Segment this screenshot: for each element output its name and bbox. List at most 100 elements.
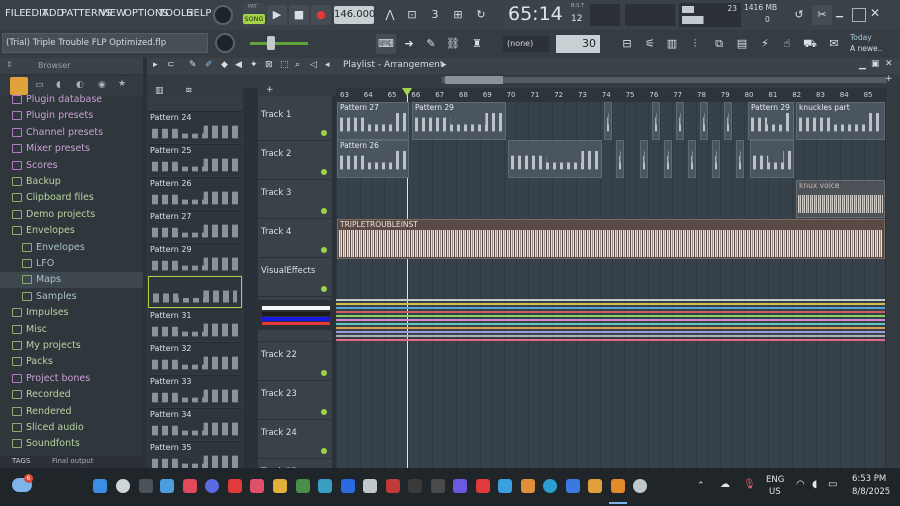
automation-lane[interactable] (336, 331, 885, 333)
project-button[interactable]: ▤ (732, 34, 752, 54)
wifi-icon[interactable]: ◠ (796, 479, 805, 490)
clip-pattern-29[interactable]: Pattern 29 (412, 102, 506, 140)
stamp-button[interactable]: ♜ (467, 34, 487, 54)
piano-keys-icon[interactable]: ▥ (155, 86, 164, 96)
browser-item[interactable]: Demo projects (0, 207, 143, 223)
app-icon[interactable] (273, 479, 287, 493)
app-icon[interactable] (363, 479, 377, 493)
track-mute-led[interactable] (321, 169, 327, 175)
channel-rack-button[interactable]: ⚟ (640, 34, 660, 54)
wave-icon[interactable]: ≋ (185, 86, 193, 96)
clip-pattern-small[interactable] (700, 102, 708, 140)
app-icon[interactable] (318, 479, 332, 493)
automation-lane[interactable] (336, 299, 885, 301)
track-mute-led[interactable] (321, 409, 327, 415)
master-volume-knob[interactable] (213, 5, 233, 25)
app-icon[interactable] (160, 479, 174, 493)
vertical-scrollbar[interactable] (886, 88, 900, 468)
app-icon[interactable] (498, 479, 512, 493)
app-icon[interactable] (296, 479, 310, 493)
track-header[interactable]: VisualEffects (258, 258, 332, 297)
close-icon[interactable]: ✕ (870, 6, 880, 20)
pin-icon[interactable]: ⇕ (6, 60, 13, 69)
globe-icon[interactable]: ◉ (98, 80, 106, 90)
automation-lane[interactable] (336, 311, 885, 313)
automation-lane[interactable] (336, 339, 885, 341)
clip-pattern-small[interactable] (652, 102, 660, 140)
minimize-icon[interactable]: ▁ (836, 8, 843, 18)
playlist-button[interactable]: ⌨ (376, 34, 396, 54)
pencil-icon[interactable]: ✎ (189, 60, 197, 70)
app-icon[interactable] (453, 479, 467, 493)
time-display[interactable]: 65:14 12 B:S:T (503, 1, 587, 29)
track-header[interactable]: Track 1 (258, 102, 332, 141)
cloud-icon[interactable]: ☁ (720, 479, 730, 490)
app-icon[interactable] (431, 479, 445, 493)
store-button[interactable]: ⛟ (800, 34, 820, 54)
pattern-item[interactable]: Pattern 33 (148, 375, 242, 407)
edge-icon[interactable] (543, 479, 557, 493)
news-button[interactable]: ✉ (824, 34, 844, 54)
browser-item[interactable]: Channel presets (0, 125, 143, 141)
undo-button[interactable]: ↺ (789, 5, 809, 25)
browser-item[interactable]: Maps (0, 272, 143, 289)
slip-icon[interactable]: ✦ (250, 60, 258, 70)
plugin-button[interactable]: ⚡ (755, 34, 775, 54)
menu-help[interactable]: HELP (186, 8, 211, 19)
tags-label[interactable]: TAGS (12, 457, 30, 465)
pattern-item[interactable]: Pattern 25 (148, 144, 242, 176)
master-pitch-knob[interactable] (215, 33, 235, 53)
blend-notes-button[interactable]: ⊞ (448, 5, 468, 25)
clip-pattern-29-b[interactable]: Pattern 29 (748, 102, 794, 140)
app-icon[interactable] (183, 479, 197, 493)
pattern-item[interactable]: Pattern 29 (148, 243, 242, 275)
track-mute-led[interactable] (321, 247, 327, 253)
clip-knuckles-part[interactable]: knuckles part (796, 102, 885, 140)
track-mute-led[interactable] (321, 448, 327, 454)
magnet-icon[interactable]: ⊂ (167, 60, 175, 70)
pattern-item[interactable]: Pattern 31 (148, 309, 242, 341)
track-mute-led[interactable] (321, 370, 327, 376)
clock-time[interactable]: 6:53 PM (852, 474, 886, 484)
app-icon[interactable] (341, 479, 355, 493)
app-icon[interactable] (386, 479, 400, 493)
start-icon[interactable] (93, 479, 107, 493)
mute-icon[interactable]: ◀ (235, 60, 242, 70)
automation-lane[interactable] (336, 303, 885, 305)
folder-icon[interactable]: ▭ (35, 80, 44, 90)
automation-lane[interactable] (336, 307, 885, 309)
link-button[interactable]: ⛓ (443, 34, 463, 54)
minimize-icon[interactable]: ▁ (859, 60, 866, 70)
browser-item[interactable]: Clipboard files (0, 190, 143, 206)
clip-pattern-small[interactable] (640, 140, 648, 178)
track-mute-led[interactable] (321, 130, 327, 136)
select-icon[interactable]: ⬚ (280, 60, 289, 70)
app-icon[interactable] (228, 479, 242, 493)
play-button[interactable]: ▶ (267, 5, 287, 25)
scroll-handle[interactable] (445, 76, 503, 84)
fl-studio-icon[interactable] (611, 479, 625, 493)
browser-item[interactable]: My projects (0, 338, 143, 354)
add-track-icon[interactable]: + (266, 85, 274, 95)
slider-handle[interactable] (267, 36, 275, 50)
arrow-forward-icon[interactable]: ▸ (442, 60, 447, 70)
discord-icon[interactable] (205, 479, 219, 493)
pattern-item[interactable]: Pattern 32 (148, 342, 242, 374)
maximize-icon[interactable] (852, 8, 866, 22)
arrow-right-icon[interactable]: ▸ (153, 60, 158, 70)
youtube-icon[interactable] (476, 479, 490, 493)
track-mute-led[interactable] (321, 286, 327, 292)
mixer-button[interactable]: ⊟ (617, 34, 637, 54)
clip-pattern-track2[interactable] (508, 140, 602, 178)
step-display[interactable]: 30 (556, 35, 600, 53)
browser-item[interactable]: Impulses (0, 305, 143, 321)
browser-item[interactable]: Envelopes (0, 223, 143, 239)
song-pat-switch[interactable]: PAT SONG (242, 3, 266, 27)
browser-item[interactable]: Mixer presets (0, 141, 143, 157)
snap-select[interactable]: (none) (503, 36, 549, 52)
search-icon[interactable] (116, 479, 130, 493)
browser-item[interactable]: Soundfonts (0, 436, 143, 452)
wait-input-button[interactable]: ⊡ (402, 5, 422, 25)
playlist-grid[interactable] (336, 102, 885, 468)
tools-button[interactable]: ✂ (812, 5, 832, 25)
